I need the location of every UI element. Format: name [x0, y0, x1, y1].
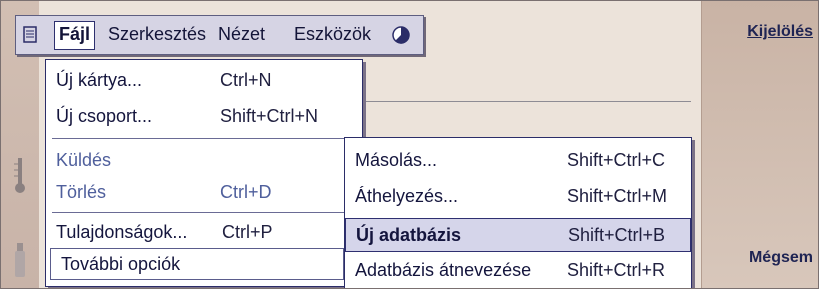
menu-item-delete[interactable]: Törlés Ctrl+D	[46, 176, 362, 208]
menu-item-shortcut: Shift+Ctrl+C	[567, 150, 666, 170]
file-menu: Új kártya... Ctrl+N Új csoport... Shift+…	[45, 59, 363, 287]
menu-item-label: Áthelyezés...	[355, 186, 459, 206]
select-command-button[interactable]: Kijelölés	[747, 23, 813, 41]
menu-item-shortcut: Shift+Ctrl+B	[568, 225, 666, 245]
thermometer-icon	[11, 156, 29, 193]
menu-item-label: Törlés	[56, 182, 107, 202]
menu-item-shortcut: Shift+Ctrl+N	[220, 106, 319, 126]
menu-item-shortcut: Shift+Ctrl+R	[567, 260, 666, 280]
menu-item-new-database[interactable]: Új adatbázis Shift+Ctrl+B	[345, 218, 691, 252]
more-options-submenu: Másolás... Shift+Ctrl+C Áthelyezés... Sh…	[344, 137, 692, 288]
menu-item-move[interactable]: Áthelyezés... Shift+Ctrl+M	[345, 180, 691, 212]
menu-separator	[52, 212, 356, 213]
menu-item-shortcut: Ctrl+N	[220, 70, 272, 90]
menu-item-copy[interactable]: Másolás... Shift+Ctrl+C	[345, 144, 691, 176]
clock-icon[interactable]	[391, 25, 410, 44]
menu-item-label: További opciók	[61, 254, 181, 274]
menu-item-shortcut: Ctrl+P	[222, 222, 273, 242]
menu-separator	[52, 138, 356, 139]
menu-item-label: Új csoport...	[56, 106, 153, 126]
menu-item-label: Adatbázis átnevezése	[355, 260, 532, 280]
cancel-command-button[interactable]: Mégsem	[749, 249, 813, 267]
menu-item-shortcut: Ctrl+D	[220, 182, 272, 202]
menu-item-new-card[interactable]: Új kártya... Ctrl+N	[46, 64, 362, 96]
bottle-icon	[11, 241, 29, 277]
menu-item-label: Új kártya...	[56, 70, 143, 90]
menu-bar: Fájl Szerkesztés Nézet Eszközök	[15, 15, 424, 55]
menu-tools[interactable]: Eszközök	[290, 21, 375, 48]
menu-item-label: Másolás...	[355, 150, 438, 170]
menu-item-new-group[interactable]: Új csoport... Shift+Ctrl+N	[46, 100, 362, 132]
menu-item-properties[interactable]: Tulajdonságok... Ctrl+P	[46, 216, 362, 248]
menu-item-rename-database[interactable]: Adatbázis átnevezése Shift+Ctrl+R	[345, 254, 691, 286]
menu-item-send[interactable]: Küldés	[46, 144, 362, 176]
menu-view[interactable]: Nézet	[214, 21, 269, 48]
menu-item-shortcut: Shift+Ctrl+M	[567, 186, 668, 206]
menu-item-label: Új adatbázis	[356, 225, 462, 245]
menu-edit[interactable]: Szerkesztés	[104, 21, 210, 48]
menu-item-label: Tulajdonságok...	[56, 222, 188, 242]
menu-item-more-options[interactable]: További opciók	[50, 248, 344, 280]
command-button-panel: Kijelölés Mégsem	[701, 1, 818, 288]
app-menu-icon[interactable]	[22, 26, 40, 44]
menu-file[interactable]: Fájl	[54, 21, 96, 50]
document-divider	[361, 101, 691, 102]
app-window: Kijelölés Mégsem Fájl Szerkesztés Nézet …	[0, 0, 819, 289]
menu-item-label: Küldés	[56, 150, 112, 170]
